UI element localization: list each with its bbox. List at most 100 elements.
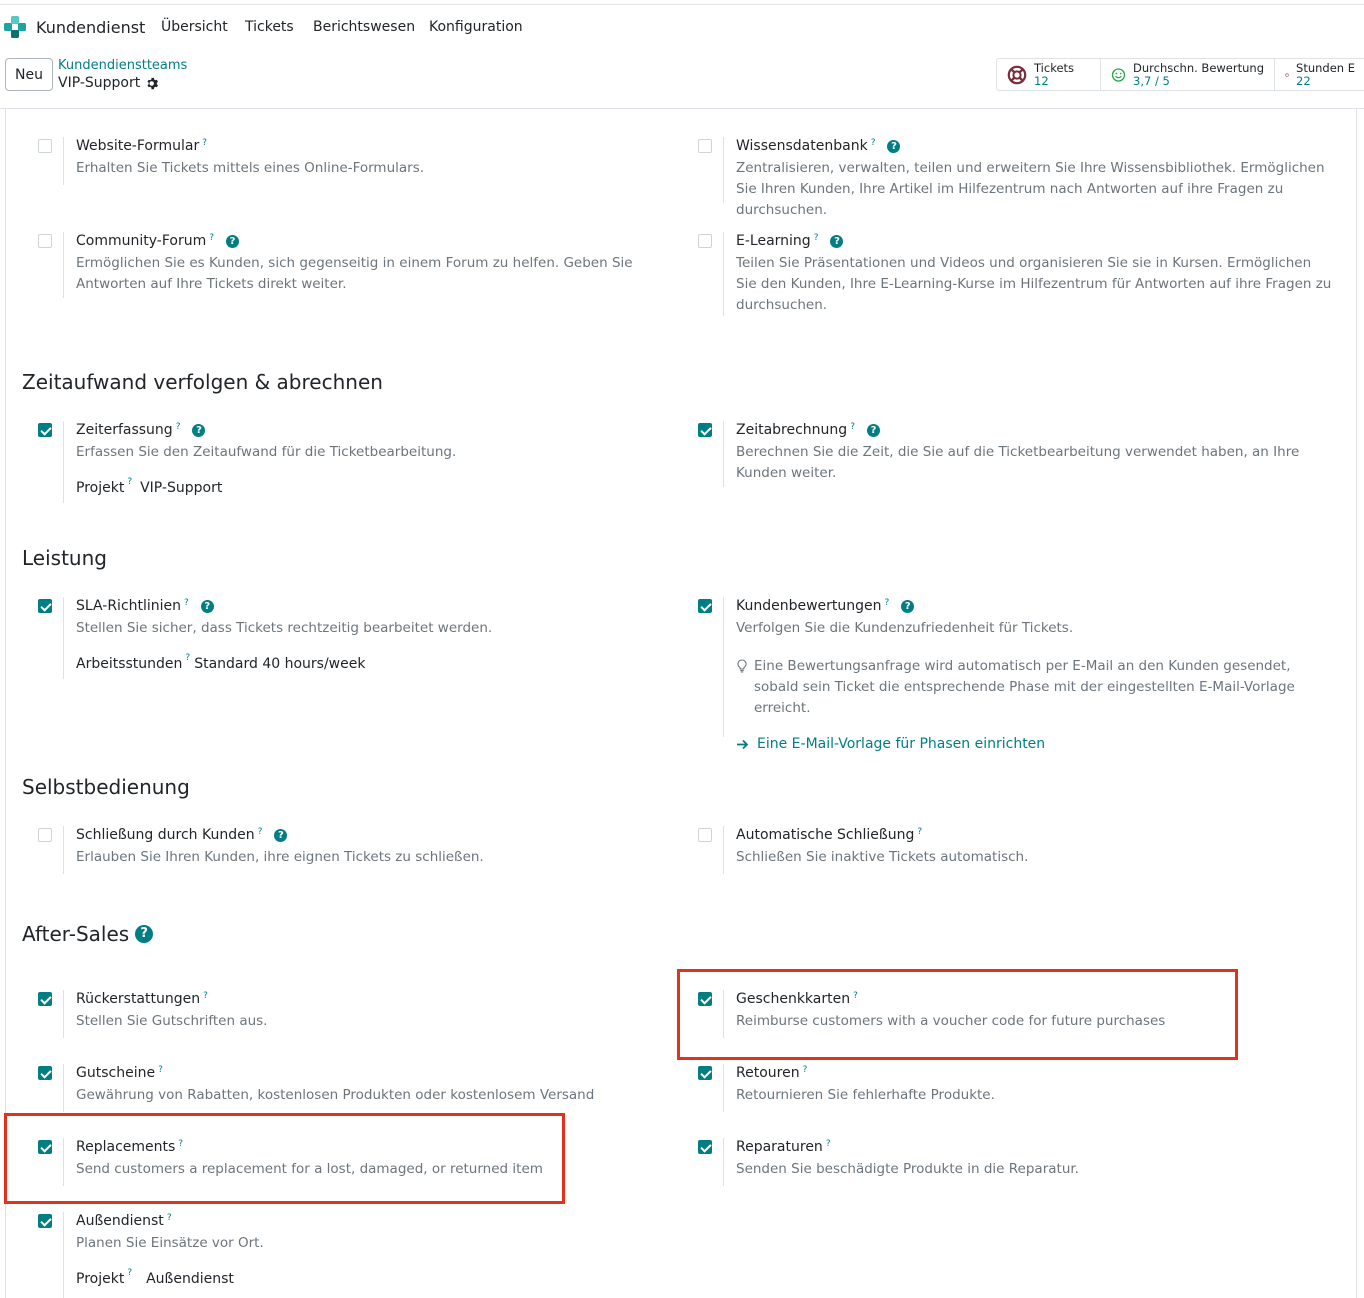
divider — [63, 421, 64, 503]
setting-body: Wissensdatenbank?? Zentralisieren, verwa… — [736, 137, 1336, 221]
tooltip-icon[interactable]: ? — [127, 1268, 132, 1278]
setting-title: Retouren? — [736, 1064, 1336, 1082]
tooltip-icon[interactable]: ? — [885, 594, 890, 612]
tooltip-icon[interactable]: ? — [917, 823, 922, 841]
project-field: Projekt? Außendienst — [76, 1268, 676, 1287]
closing-by-customers-checkbox[interactable] — [38, 828, 52, 842]
question-circle-icon[interactable]: ? — [901, 600, 915, 613]
divider — [63, 826, 64, 874]
website-form-checkbox[interactable] — [38, 139, 52, 153]
rating-hint: Eine Bewertungsanfrage wird automatisch … — [736, 656, 1336, 719]
stat-tickets-label: Tickets — [1034, 60, 1075, 75]
setting-title-text: Retouren — [736, 1065, 800, 1081]
tooltip-icon[interactable]: ? — [803, 1061, 808, 1079]
arrow-right-icon — [737, 739, 749, 749]
elearning-checkbox[interactable] — [698, 234, 712, 248]
tooltip-icon[interactable]: ? — [203, 987, 208, 1005]
helpdesk-app-icon[interactable] — [4, 16, 26, 38]
setting-title: Reparaturen? — [736, 1138, 1336, 1156]
project-value[interactable]: Außendienst — [146, 1271, 234, 1287]
coupons-checkbox[interactable] — [38, 1066, 52, 1080]
auto-close-checkbox[interactable] — [698, 828, 712, 842]
stat-tickets[interactable]: Tickets 12 — [997, 59, 1101, 90]
divider — [723, 232, 724, 316]
tooltip-icon[interactable]: ? — [176, 418, 181, 436]
setting-title: Wissensdatenbank?? — [736, 137, 1336, 155]
divider — [723, 597, 724, 737]
setting-title-text: Website-Formular — [76, 138, 200, 154]
stat-hours[interactable]: Stunden E 22 — [1275, 59, 1364, 90]
setting-title: Zeiterfassung?? — [76, 421, 676, 439]
setting-title: E-Learning?? — [736, 232, 1336, 250]
divider — [63, 1064, 64, 1112]
question-circle-icon[interactable]: ? — [887, 140, 901, 153]
tooltip-icon[interactable]: ? — [202, 134, 207, 152]
field-service-checkbox[interactable] — [38, 1214, 52, 1228]
question-circle-icon[interactable]: ? — [135, 925, 154, 943]
question-circle-icon[interactable]: ? — [830, 235, 844, 248]
working-hours-label: Arbeitsstunden — [76, 656, 183, 672]
sla-checkbox[interactable] — [38, 599, 52, 613]
stat-rating[interactable]: Durchschn. Bewertung 3,7 / 5 — [1101, 59, 1275, 90]
tooltip-icon[interactable]: ? — [826, 1135, 831, 1153]
lightbulb-icon — [737, 659, 747, 673]
working-hours-value[interactable]: Standard 40 hours/week — [194, 656, 365, 672]
tooltip-icon[interactable]: ? — [209, 229, 214, 247]
menu-overview[interactable]: Übersicht — [161, 19, 228, 35]
divider — [63, 137, 64, 185]
setting-title-text: SLA-Richtlinien — [76, 598, 182, 614]
gear-icon[interactable] — [146, 77, 159, 90]
time-billing-checkbox[interactable] — [698, 423, 712, 437]
menu-configuration[interactable]: Konfiguration — [429, 19, 523, 35]
setting-title: Außendienst? — [76, 1212, 676, 1230]
tooltip-icon[interactable]: ? — [158, 1061, 163, 1079]
setting-description: Zentralisieren, verwalten, teilen und er… — [736, 160, 1325, 218]
setting-body: Website-Formular? Erhalten Sie Tickets m… — [76, 137, 676, 179]
tooltip-icon[interactable]: ? — [167, 1209, 172, 1227]
returns-checkbox[interactable] — [698, 1066, 712, 1080]
setting-body: SLA-Richtlinien?? Stellen Sie sicher, da… — [76, 597, 676, 672]
header-divider — [0, 108, 1364, 109]
email-template-link[interactable]: Eine E-Mail-Vorlage für Phasen einrichte… — [736, 736, 1336, 752]
refunds-checkbox[interactable] — [38, 992, 52, 1006]
top-navbar: Kundendienst Übersicht Tickets Berichtsw… — [0, 4, 1364, 48]
timesheets-checkbox[interactable] — [38, 423, 52, 437]
tooltip-icon[interactable]: ? — [185, 653, 190, 663]
forum-checkbox[interactable] — [38, 234, 52, 248]
setting-body: Automatische Schließung? Schließen Sie i… — [736, 826, 1336, 868]
setting-description: Erlauben Sie Ihren Kunden, ihre eignen T… — [76, 849, 484, 865]
divider — [723, 421, 724, 487]
setting-description: Retournieren Sie fehlerhafte Produkte. — [736, 1087, 995, 1103]
stat-tickets-value: 12 — [1034, 73, 1049, 88]
question-circle-icon[interactable]: ? — [866, 424, 880, 437]
tooltip-icon[interactable]: ? — [814, 229, 819, 247]
menu-tickets[interactable]: Tickets — [245, 19, 294, 35]
question-circle-icon[interactable]: ? — [200, 600, 214, 613]
repairs-checkbox[interactable] — [698, 1140, 712, 1154]
knowledge-checkbox[interactable] — [698, 139, 712, 153]
tooltip-icon[interactable]: ? — [850, 418, 855, 436]
breadcrumb-parent[interactable]: Kundendienstteams — [58, 58, 187, 73]
app-name[interactable]: Kundendienst — [36, 18, 145, 37]
menu-reporting[interactable]: Berichtswesen — [313, 19, 415, 35]
tooltip-icon[interactable]: ? — [871, 134, 876, 152]
setting-body: Zeitabrechnung?? Berechnen Sie die Zeit,… — [736, 421, 1336, 484]
setting-body: Außendienst? Planen Sie Einsätze vor Ort… — [76, 1212, 676, 1287]
stat-hours-value: 22 — [1296, 73, 1311, 88]
section-title-performance: Leistung — [22, 546, 107, 570]
new-button[interactable]: Neu — [5, 58, 53, 91]
ratings-checkbox[interactable] — [698, 599, 712, 613]
question-circle-icon[interactable]: ? — [192, 424, 206, 437]
setting-description: Ermöglichen Sie es Kunden, sich gegensei… — [76, 255, 633, 292]
setting-description: Schließen Sie inaktive Tickets automatis… — [736, 849, 1029, 865]
question-circle-icon[interactable]: ? — [274, 829, 288, 842]
highlight-box-replacements — [4, 1113, 565, 1204]
divider — [723, 826, 724, 874]
tooltip-icon[interactable]: ? — [258, 823, 263, 841]
question-circle-icon[interactable]: ? — [226, 235, 239, 248]
stat-buttons: Tickets 12 Durchschn. Bewertung 3,7 / 5 … — [996, 58, 1364, 91]
divider — [723, 1138, 724, 1186]
project-value[interactable]: VIP-Support — [140, 480, 222, 496]
tooltip-icon[interactable]: ? — [184, 594, 189, 612]
tooltip-icon[interactable]: ? — [127, 477, 132, 487]
